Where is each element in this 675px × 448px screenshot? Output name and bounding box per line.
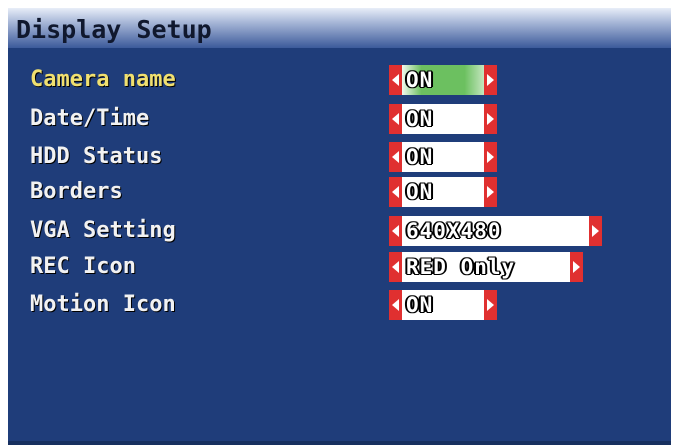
camera-name-selector[interactable]: ON (389, 65, 497, 95)
right-arrow-icon[interactable] (570, 252, 583, 282)
screen-bottom-edge (8, 441, 671, 445)
vga-setting-selector[interactable]: 640X480 (389, 216, 602, 246)
menu-item-label: REC Icon (30, 254, 136, 279)
date-time-selector[interactable]: ON (389, 104, 497, 134)
option-value: ON (406, 145, 434, 169)
right-arrow-icon[interactable] (484, 177, 497, 207)
right-arrow-icon[interactable] (484, 290, 497, 320)
left-arrow-icon[interactable] (389, 252, 402, 282)
option-value: ON (406, 107, 434, 131)
option-value: RED Only (406, 255, 516, 279)
menu-item-label: HDD Status (30, 144, 163, 169)
menu-item-label: Borders (30, 179, 123, 204)
left-arrow-icon[interactable] (389, 104, 402, 134)
menu-row-camera-name[interactable]: Camera name ON (8, 65, 671, 101)
hdd-status-selector[interactable]: ON (389, 142, 497, 172)
menu-row-borders[interactable]: Borders ON (8, 177, 671, 213)
left-arrow-icon[interactable] (389, 65, 402, 95)
left-arrow-icon[interactable] (389, 290, 402, 320)
motion-icon-selector[interactable]: ON (389, 290, 497, 320)
left-arrow-icon[interactable] (389, 142, 402, 172)
title-bar: Display Setup (8, 8, 671, 48)
right-arrow-icon[interactable] (484, 142, 497, 172)
display-setup-screen: Display Setup Camera name ON Date/Time O… (8, 8, 671, 445)
option-value: ON (406, 68, 434, 92)
right-arrow-icon[interactable] (589, 216, 602, 246)
menu-item-label: VGA Setting (30, 218, 176, 243)
menu-row-motion-icon[interactable]: Motion Icon ON (8, 290, 671, 326)
menu-item-label: Camera name (30, 67, 176, 92)
menu-row-hdd-status[interactable]: HDD Status ON (8, 142, 671, 178)
menu-item-label: Date/Time (30, 106, 150, 131)
menu-row-vga-setting[interactable]: VGA Setting 640X480 (8, 216, 671, 252)
page-title: Display Setup (16, 15, 212, 44)
option-value: ON (406, 293, 434, 317)
rec-icon-selector[interactable]: RED Only (389, 252, 583, 282)
menu-item-label: Motion Icon (30, 292, 176, 317)
menu-row-date-time[interactable]: Date/Time ON (8, 104, 671, 140)
right-arrow-icon[interactable] (484, 65, 497, 95)
menu-row-rec-icon[interactable]: REC Icon RED Only (8, 252, 671, 288)
right-arrow-icon[interactable] (484, 104, 497, 134)
left-arrow-icon[interactable] (389, 177, 402, 207)
left-arrow-icon[interactable] (389, 216, 402, 246)
option-value: ON (406, 180, 434, 204)
borders-selector[interactable]: ON (389, 177, 497, 207)
option-value: 640X480 (406, 219, 502, 243)
